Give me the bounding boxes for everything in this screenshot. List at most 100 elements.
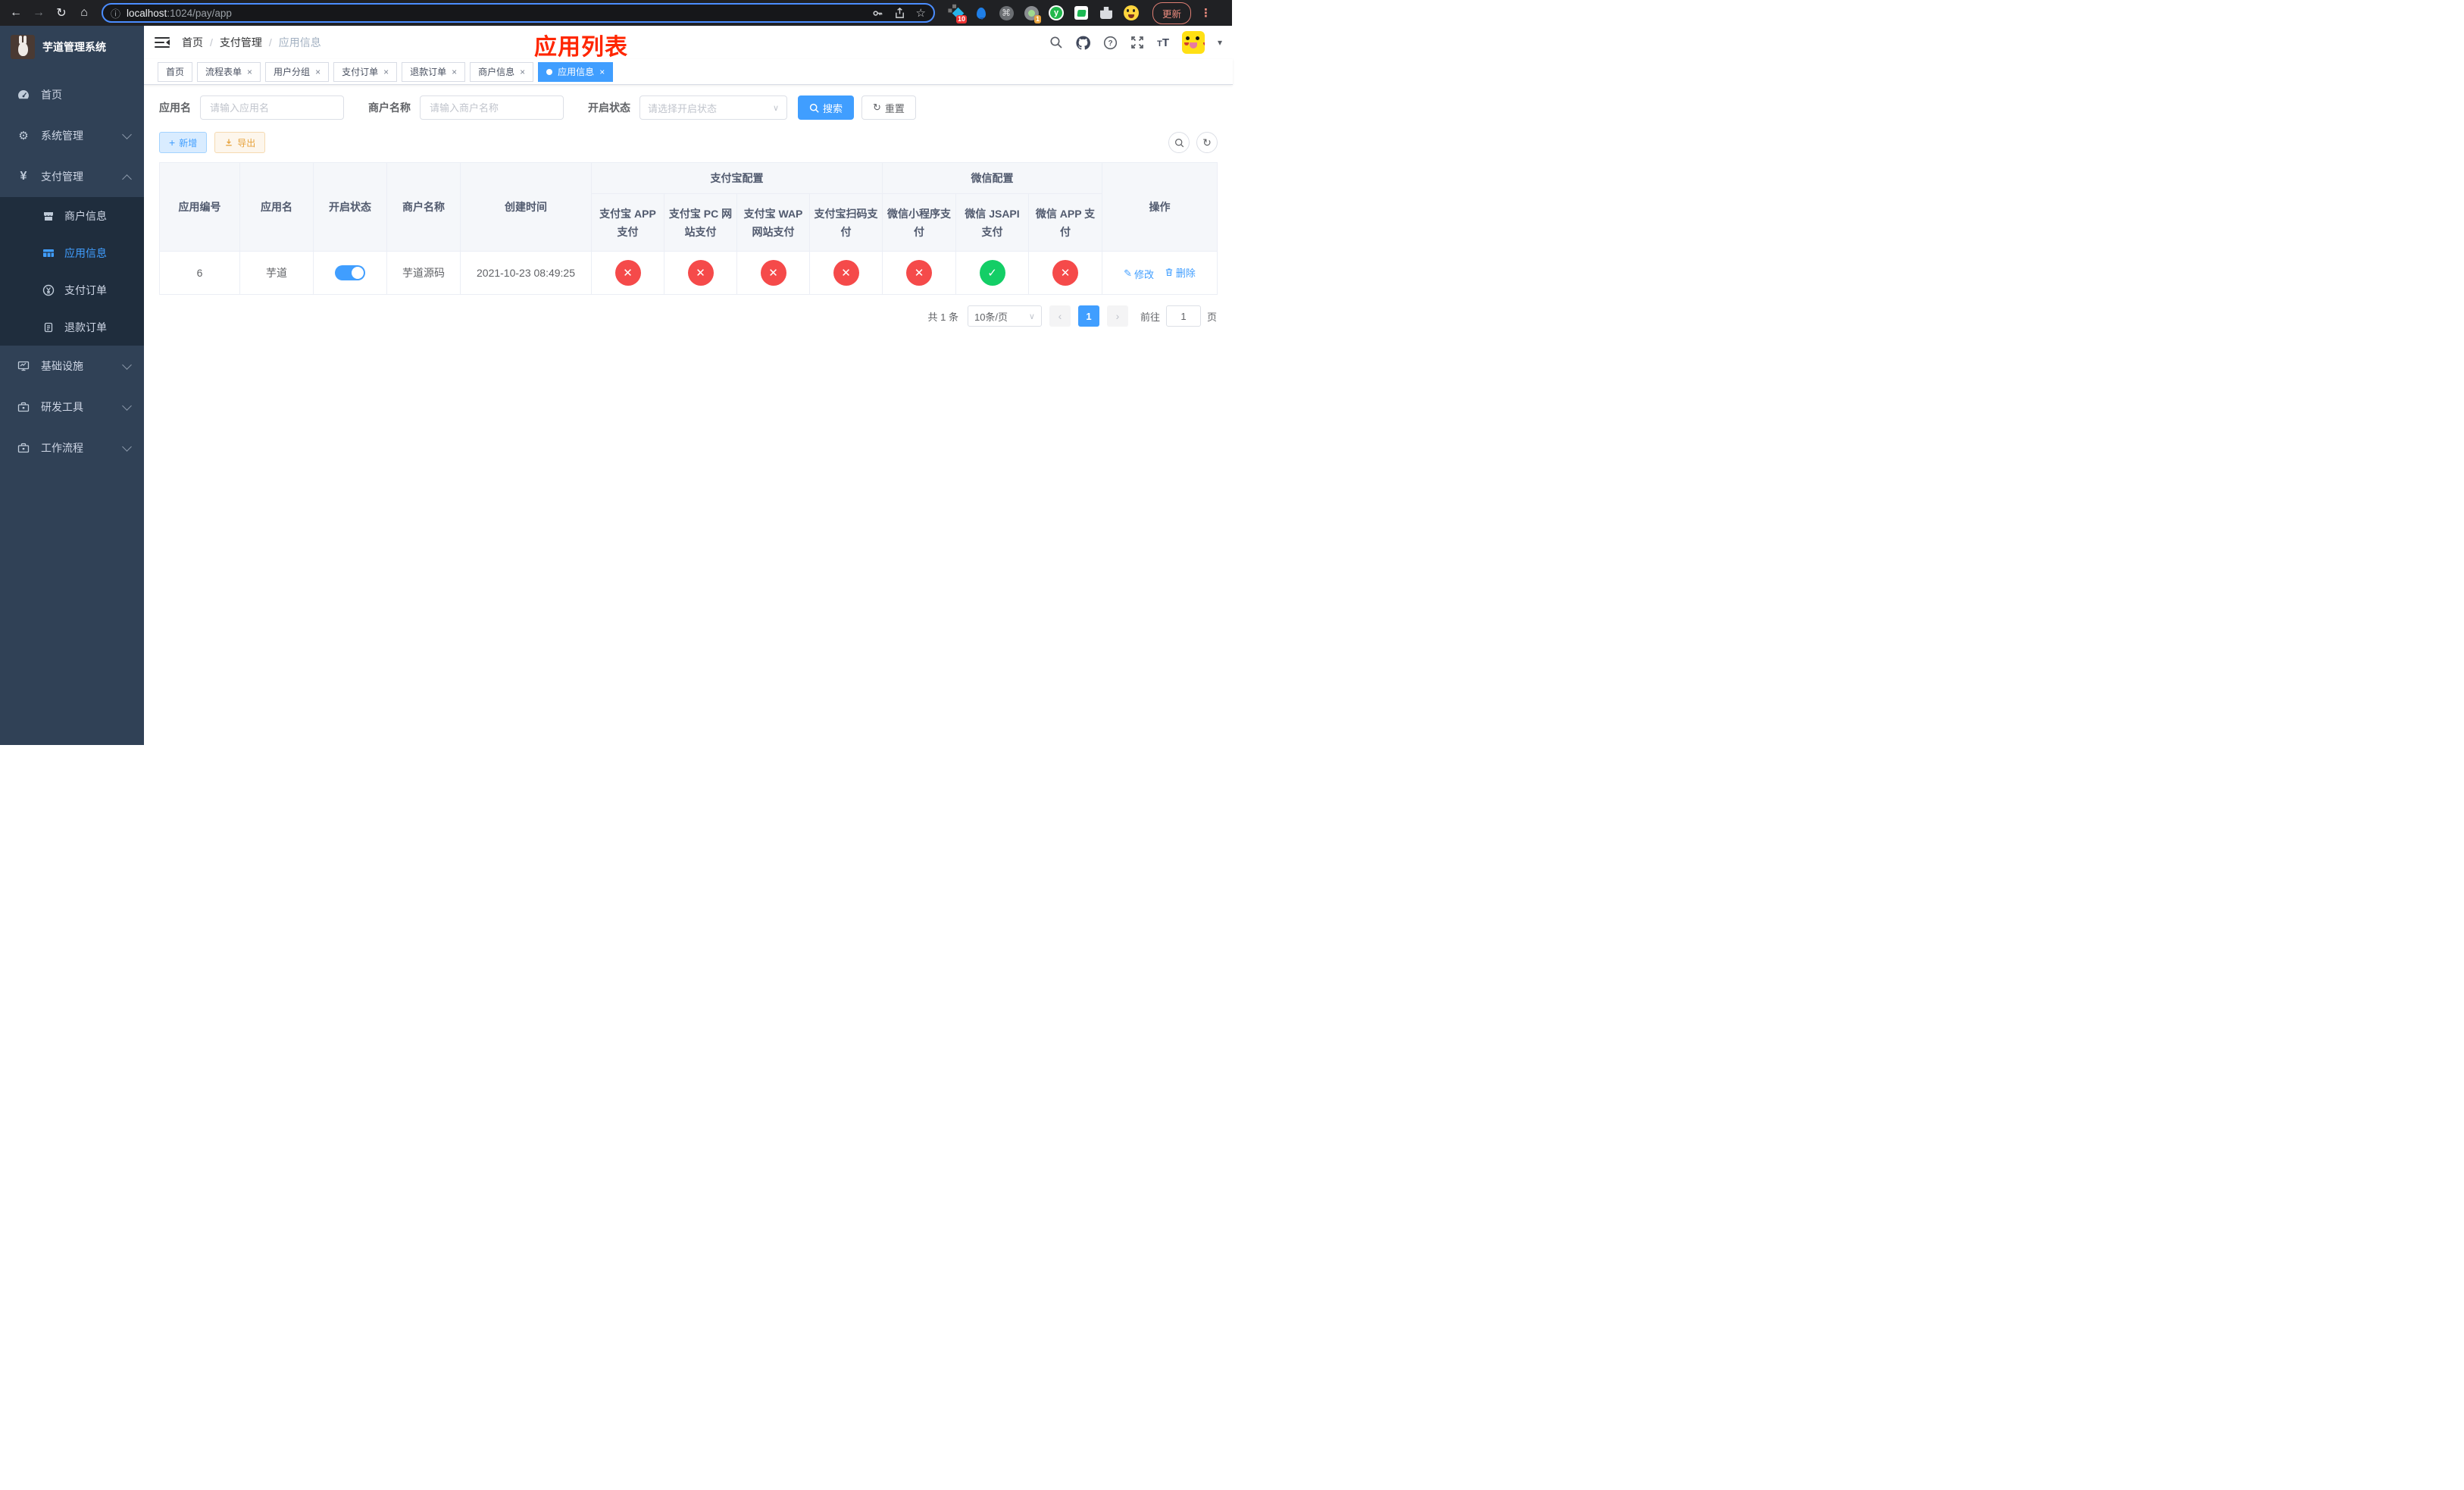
sidebar-item-system[interactable]: ⚙ 系统管理 [0, 115, 144, 156]
browser-back-icon[interactable]: ← [6, 3, 26, 23]
prev-page-button[interactable]: ‹ [1049, 305, 1071, 327]
sidebar-item-home[interactable]: 首页 [0, 74, 144, 115]
page-title: 应用列表 [534, 35, 628, 60]
site-info-icon[interactable]: ⓘ [111, 6, 120, 20]
sidebar-item-merchant[interactable]: 商户信息 [0, 197, 144, 234]
status-toggle[interactable] [335, 265, 365, 280]
status-fail-icon [687, 260, 714, 286]
merchant-name-input[interactable] [420, 95, 564, 120]
browser-reload-icon[interactable]: ↻ [52, 3, 71, 23]
goto-page-input[interactable] [1165, 305, 1201, 327]
cell-actions: ✎ 修改 删除 [1102, 251, 1218, 295]
reset-icon: ↻ [873, 102, 881, 113]
sidebar-item-label: 支付订单 [64, 283, 107, 296]
status-select[interactable]: 请选择开启状态 ∨ [639, 95, 787, 120]
cell-alipay-qr [809, 251, 883, 295]
user-menu-caret-icon[interactable]: ▾ [1218, 37, 1222, 48]
breadcrumb-separator: / [210, 36, 213, 49]
tab-close-icon[interactable]: × [520, 67, 525, 77]
profile-avatar[interactable] [1124, 5, 1139, 20]
ext-camera-icon[interactable]: 1 [1024, 5, 1041, 23]
sidebar-item-label: 基础设施 [41, 360, 83, 372]
chevron-down-icon [122, 441, 132, 452]
breadcrumb-payment[interactable]: 支付管理 [220, 35, 262, 50]
sidebar-item-infra[interactable]: 基础设施 [0, 346, 144, 387]
browser-forward-icon[interactable]: → [29, 3, 48, 23]
tab-label: 支付订单 [342, 67, 379, 77]
tab-refund-order[interactable]: 退款订单 × [402, 61, 466, 82]
share-icon[interactable] [894, 7, 905, 19]
sidebar-item-appinfo[interactable]: 应用信息 [0, 234, 144, 271]
browser-home-icon[interactable]: ⌂ [74, 3, 94, 23]
delete-link[interactable]: 删除 [1165, 265, 1196, 280]
sidebar-item-refund[interactable]: 退款订单 [0, 308, 144, 346]
tab-home[interactable]: 首页 [158, 61, 193, 82]
breadcrumb-home[interactable]: 首页 [182, 35, 203, 50]
tab-pay-order[interactable]: 支付订单 × [333, 61, 398, 82]
add-button[interactable]: + 新增 [159, 132, 208, 153]
status-fail-icon [614, 260, 641, 286]
status-select-placeholder: 请选择开启状态 [648, 102, 718, 114]
col-status: 开启状态 [313, 162, 387, 252]
table-row: 6 芋道 芋道源码 2021-10-23 08:49:25 ✕ ✕ ✕ ✕ ✕ … [159, 251, 1218, 295]
tab-close-icon[interactable]: × [247, 67, 252, 77]
reset-button[interactable]: ↻ 重置 [861, 95, 916, 120]
sidebar-item-payment[interactable]: ¥ 支付管理 [0, 156, 144, 197]
refresh-icon: ↻ [1202, 136, 1212, 149]
search-icon[interactable] [1049, 36, 1063, 49]
export-button[interactable]: 导出 [214, 132, 266, 153]
chevron-down-icon [122, 359, 132, 370]
edit-link[interactable]: ✎ 修改 [1124, 267, 1154, 281]
bookmark-star-icon[interactable]: ☆ [916, 6, 926, 20]
export-button-label: 导出 [237, 137, 256, 149]
sidebar-item-payorder[interactable]: 支付订单 [0, 271, 144, 308]
font-size-icon[interactable]: TT [1157, 36, 1169, 49]
ext-chat-icon[interactable] [1074, 5, 1089, 20]
ext-balloon-icon[interactable] [974, 5, 989, 20]
ext-pinned-icon[interactable]: 10 [949, 5, 967, 23]
browser-menu-icon[interactable]: ⋮ [1200, 6, 1212, 20]
refresh-button[interactable]: ↻ [1196, 132, 1218, 153]
tab-close-icon[interactable]: × [452, 67, 457, 77]
ext-y-icon[interactable]: y [1049, 5, 1064, 20]
app-name-input[interactable] [200, 95, 344, 120]
tab-close-icon[interactable]: × [315, 67, 321, 77]
ext-command-icon[interactable]: ⌘ [999, 5, 1014, 20]
address-bar[interactable]: ⓘ localhost:1024/pay/app ☆ [102, 3, 935, 23]
sidebar-item-devtools[interactable]: 研发工具 [0, 387, 144, 427]
tab-close-icon[interactable]: × [383, 67, 389, 77]
chrome-update-button[interactable]: 更新 [1152, 2, 1192, 24]
tab-merchant-info[interactable]: 商户信息 × [470, 61, 534, 82]
extensions-puzzle-icon[interactable] [1099, 5, 1114, 20]
merchant-name-label: 商户名称 [368, 102, 411, 114]
toolbox-icon [17, 401, 30, 413]
cell-app-id: 6 [159, 251, 240, 295]
collapse-sidebar-icon[interactable] [155, 36, 170, 49]
search-button[interactable]: 搜索 [798, 95, 855, 120]
github-icon[interactable] [1076, 36, 1091, 50]
sidebar-item-workflow[interactable]: 工作流程 [0, 427, 144, 468]
page-1-button[interactable]: 1 [1077, 305, 1099, 327]
tab-close-icon[interactable]: × [599, 67, 605, 77]
fullscreen-icon[interactable] [1130, 36, 1144, 49]
cell-wx-app [1028, 251, 1103, 295]
chevron-up-icon [122, 174, 132, 184]
tabs-bar: 首页 流程表单 × 用户分组 × 支付订单 × 退款订单 × 商户信息 × 应用… [144, 59, 1234, 85]
user-avatar[interactable] [1182, 31, 1205, 54]
show-search-button[interactable] [1168, 132, 1190, 153]
total-count: 共 1 条 [927, 311, 958, 323]
select-caret-icon: ∨ [772, 103, 779, 113]
next-page-button[interactable]: › [1106, 305, 1128, 327]
tab-user-group[interactable]: 用户分组 × [265, 61, 330, 82]
page-content: 应用名 商户名称 开启状态 请选择开启状态 ∨ 搜索 ↻ 重置 [144, 85, 1233, 745]
page-size-select[interactable]: 10条/页 ∨ [967, 305, 1042, 327]
edit-pencil-icon: ✎ [1124, 268, 1133, 279]
tab-process-form[interactable]: 流程表单 × [197, 61, 261, 82]
help-icon[interactable]: ? [1103, 36, 1118, 50]
tab-app-info[interactable]: 应用信息 × [538, 61, 614, 82]
breadcrumb-current: 应用信息 [278, 36, 321, 49]
url-text[interactable]: localhost:1024/pay/app [127, 8, 866, 19]
extensions-row: 10 ⌘ 1 y [949, 5, 1139, 23]
password-key-icon[interactable] [872, 8, 883, 19]
cell-alipay-app [591, 251, 664, 295]
